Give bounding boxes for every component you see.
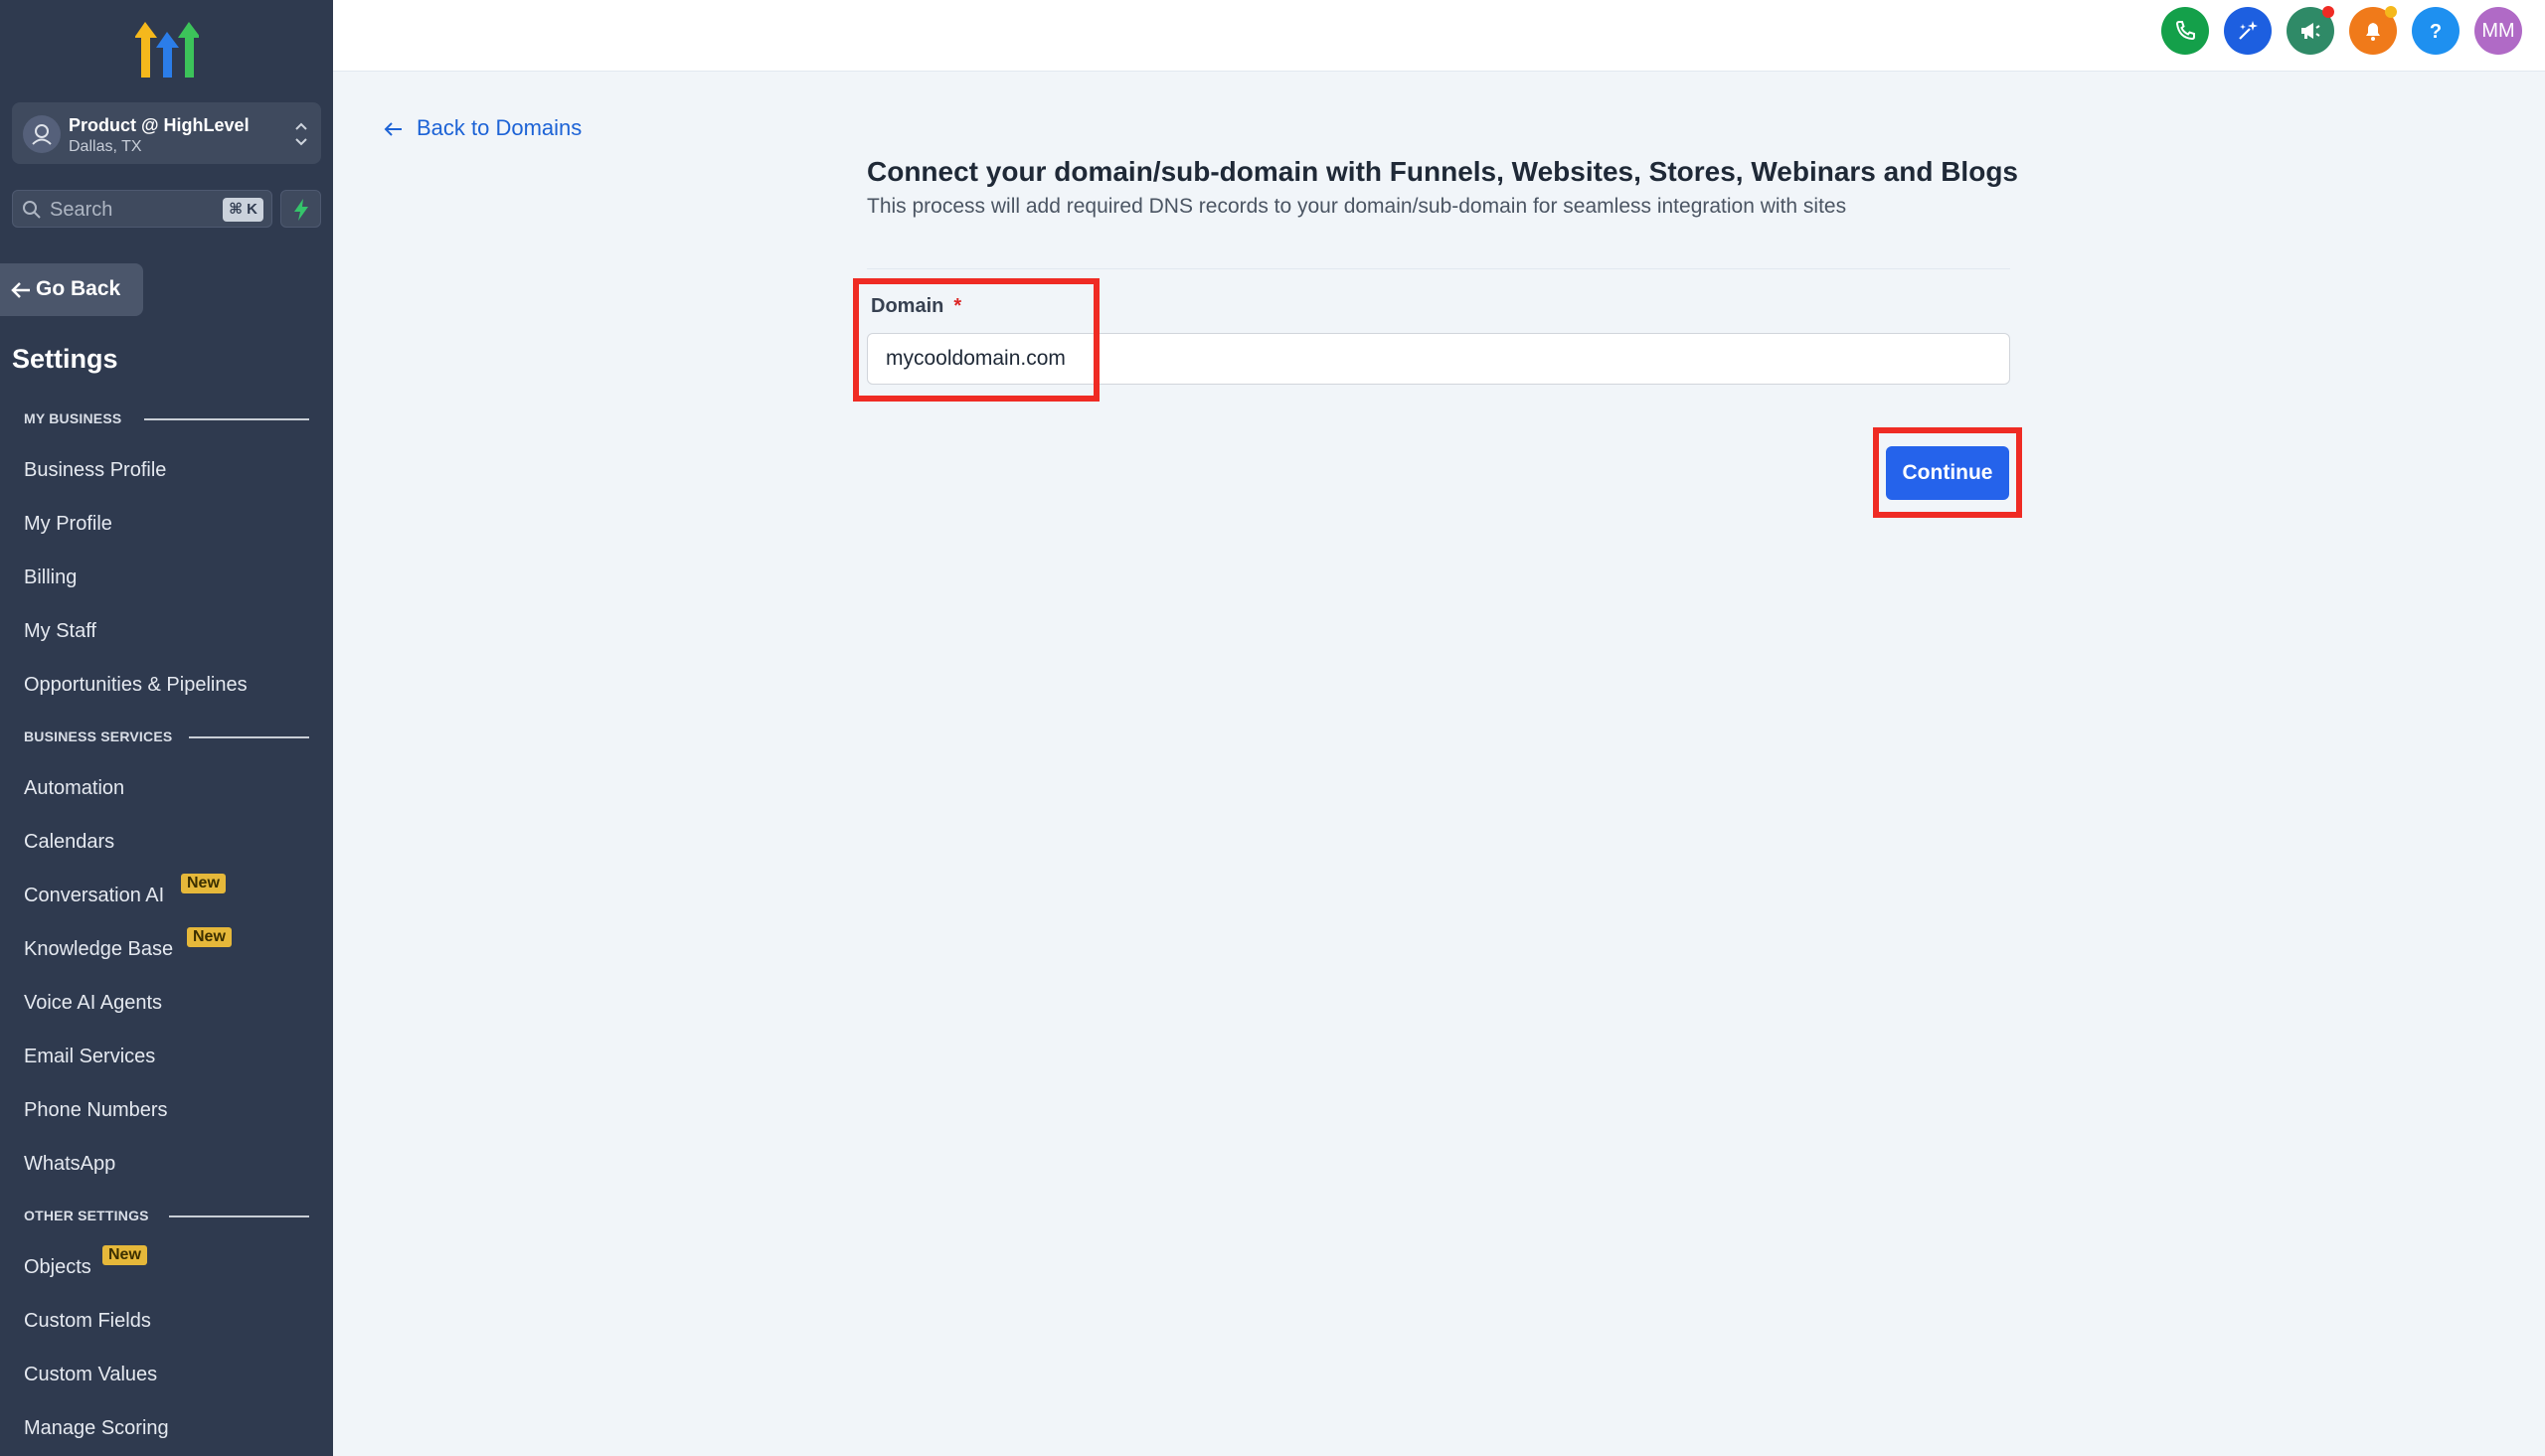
sidebar-item-custom-values[interactable]: Custom Values [24,1364,157,1386]
location-pin-icon [32,124,52,145]
user-avatar[interactable]: MM [2474,7,2522,55]
new-badge: New [187,927,232,947]
highlight-box-domain [853,278,1100,402]
new-badge: New [181,874,226,893]
search-placeholder: Search [50,199,113,221]
section-divider [867,268,2010,269]
arrow-left-icon [11,282,30,298]
megaphone-icon [2301,23,2320,39]
top-bar: ? MM [333,0,2545,72]
section-other-settings: OTHER SETTINGS [24,1208,149,1223]
sidebar-item-opportunities[interactable]: Opportunities & Pipelines [24,674,248,697]
go-back-label: Go Back [36,277,121,300]
sidebar-item-voice-ai-agents[interactable]: Voice AI Agents [24,992,162,1015]
sidebar-item-objects[interactable]: Objects [24,1256,91,1279]
account-switcher[interactable]: Product @ HighLevel Dallas, TX [12,102,321,164]
settings-title: Settings [12,344,118,374]
sidebar-item-manage-scoring[interactable]: Manage Scoring [24,1417,169,1440]
sidebar-item-automation[interactable]: Automation [24,777,124,800]
section-my-business: MY BUSINESS [24,410,122,426]
section-business-services: BUSINESS SERVICES [24,728,173,744]
arrow-left-icon [384,122,402,136]
help-button[interactable]: ? [2412,7,2460,55]
sidebar-item-my-staff[interactable]: My Staff [24,620,96,643]
notification-dot [2322,6,2334,18]
sidebar-item-custom-fields[interactable]: Custom Fields [24,1310,151,1333]
svg-text:?: ? [2430,21,2442,43]
account-avatar [23,115,61,153]
sidebar-item-business-profile[interactable]: Business Profile [24,459,166,482]
bell-icon [2366,23,2380,41]
help-icon: ? [2430,21,2442,43]
section-divider [189,736,309,738]
sidebar-item-my-profile[interactable]: My Profile [24,513,112,536]
quick-actions-button[interactable] [280,190,321,228]
ai-assistant-button[interactable] [2224,7,2272,55]
sidebar-item-knowledge-base[interactable]: Knowledge Base [24,938,173,961]
logo-arrows-icon [134,22,201,78]
chevron-updown-icon [295,122,307,146]
sidebar-item-conversation-ai[interactable]: Conversation AI [24,885,164,907]
phone-button[interactable] [2161,7,2209,55]
notification-dot [2385,6,2397,18]
go-back-button[interactable]: Go Back [0,263,143,316]
sidebar-item-email-services[interactable]: Email Services [24,1046,155,1068]
sidebar-item-whatsapp[interactable]: WhatsApp [24,1153,115,1176]
search-icon [23,201,41,219]
sidebar-item-calendars[interactable]: Calendars [24,831,114,854]
new-badge: New [102,1245,147,1265]
account-name: Product @ HighLevel [69,115,250,135]
app-logo[interactable] [134,20,201,80]
sidebar: Product @ HighLevel Dallas, TX Search ⌘ … [0,0,333,1456]
highlight-box-continue [1873,427,2022,518]
sparkle-icon [2239,21,2258,40]
back-link-label: Back to Domains [417,115,583,140]
sidebar-item-billing[interactable]: Billing [24,566,77,589]
sidebar-item-phone-numbers[interactable]: Phone Numbers [24,1099,168,1122]
sidebar-search[interactable]: Search ⌘ K [12,190,272,228]
lightning-icon [294,199,308,221]
page-title: Connect your domain/sub-domain with Funn… [867,156,2018,187]
account-location: Dallas, TX [69,138,142,155]
section-divider [169,1215,309,1217]
search-shortcut: ⌘ K [223,198,263,222]
phone-icon [2175,21,2195,41]
section-divider [144,418,309,420]
page-subtitle: This process will add required DNS recor… [867,195,1847,218]
